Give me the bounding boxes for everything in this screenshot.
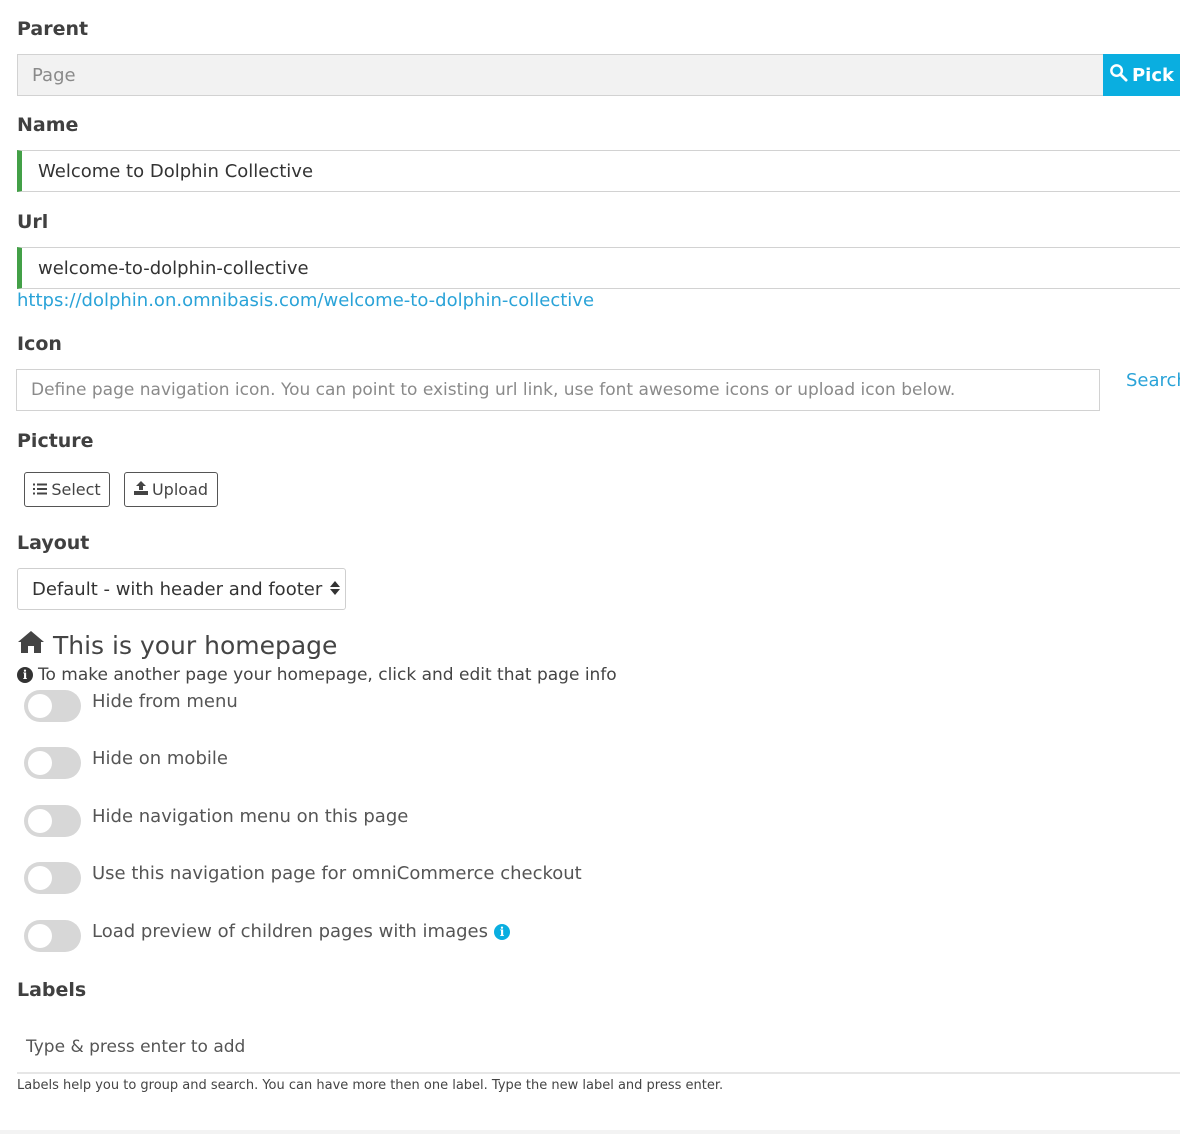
sort-icon bbox=[330, 579, 341, 600]
toggle-row-hide-on-mobile: Hide on mobile bbox=[24, 747, 228, 779]
pick-button[interactable]: Pick bbox=[1103, 54, 1180, 96]
pick-button-label: Pick bbox=[1131, 64, 1174, 86]
homepage-note-text: To make another page your homepage, clic… bbox=[38, 665, 617, 685]
info-icon: i bbox=[17, 667, 33, 683]
parent-field[interactable]: Page bbox=[17, 54, 1104, 96]
toggle-row-checkout: Use this navigation page for omniCommerc… bbox=[24, 862, 582, 894]
children-preview-toggle[interactable] bbox=[24, 920, 81, 952]
list-icon bbox=[33, 480, 48, 499]
layout-select[interactable]: Default - with header and footer bbox=[17, 568, 346, 610]
url-input[interactable]: welcome-to-dolphin-collective bbox=[17, 247, 1180, 289]
hide-on-mobile-toggle[interactable] bbox=[24, 747, 81, 779]
homepage-title-text: This is your homepage bbox=[53, 630, 338, 660]
page-url-link[interactable]: https://dolphin.on.omnibasis.com/welcome… bbox=[17, 290, 594, 311]
icon-input[interactable]: Define page navigation icon. You can poi… bbox=[16, 369, 1100, 411]
upload-button-label: Upload bbox=[151, 480, 209, 499]
select-button-label: Select bbox=[51, 480, 101, 499]
toggle-label: Hide on mobile bbox=[92, 748, 228, 769]
url-label: Url bbox=[17, 211, 49, 233]
toggle-label: Use this navigation page for omniCommerc… bbox=[92, 863, 582, 884]
layout-label: Layout bbox=[17, 532, 90, 554]
upload-icon bbox=[133, 480, 148, 499]
toggle-row-hide-navigation: Hide navigation menu on this page bbox=[24, 805, 408, 837]
parent-label: Parent bbox=[17, 18, 89, 40]
picture-label: Picture bbox=[17, 430, 94, 452]
layout-select-value: Default - with header and footer bbox=[32, 578, 323, 600]
toggle-label-text: Load preview of children pages with imag… bbox=[92, 921, 488, 942]
select-picture-button[interactable]: Select bbox=[24, 472, 110, 507]
toggle-label: Hide navigation menu on this page bbox=[92, 806, 409, 827]
toggle-label-with-info: Load preview of children pages with imag… bbox=[92, 921, 510, 943]
upload-picture-button[interactable]: Upload bbox=[124, 472, 218, 507]
info-icon[interactable]: i bbox=[494, 924, 510, 940]
hide-from-menu-toggle[interactable] bbox=[24, 690, 81, 722]
hide-navigation-toggle[interactable] bbox=[24, 805, 81, 837]
name-label: Name bbox=[17, 114, 79, 136]
homepage-title: This is your homepage bbox=[17, 630, 337, 660]
toggle-row-hide-from-menu: Hide from menu bbox=[24, 690, 238, 722]
labels-help-text: Labels help you to group and search. You… bbox=[17, 1078, 724, 1093]
checkout-page-toggle[interactable] bbox=[24, 862, 81, 894]
divider bbox=[0, 1130, 1180, 1134]
search-icon bbox=[1109, 63, 1128, 87]
icon-search-link[interactable]: Search bbox=[1126, 370, 1180, 391]
toggle-row-children-preview: Load preview of children pages with imag… bbox=[24, 920, 510, 952]
labels-input[interactable]: Type & press enter to add bbox=[17, 1022, 1180, 1074]
name-input[interactable]: Welcome to Dolphin Collective bbox=[17, 150, 1180, 192]
labels-label: Labels bbox=[17, 979, 87, 1001]
home-icon bbox=[17, 630, 45, 660]
icon-label: Icon bbox=[17, 333, 62, 355]
toggle-label: Hide from menu bbox=[92, 691, 238, 712]
homepage-note: i To make another page your homepage, cl… bbox=[17, 665, 617, 685]
